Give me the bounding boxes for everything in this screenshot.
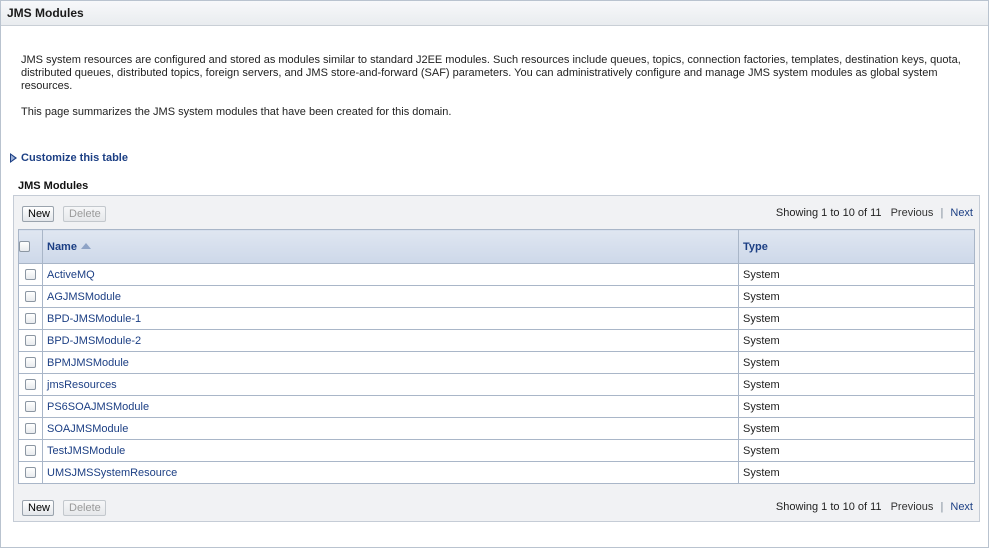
module-name-link[interactable]: UMSJMSSystemResource (47, 467, 177, 479)
section-title: JMS Modules (18, 180, 89, 192)
new-button[interactable]: New (22, 500, 54, 516)
row-name-cell: TestJMSModule (42, 439, 739, 462)
pager-separator: | (940, 207, 944, 219)
table-row: BPD-JMSModule-1 System (18, 307, 975, 330)
row-type-cell: System (738, 329, 975, 352)
row-checkbox[interactable] (25, 291, 36, 303)
row-checkbox-cell (18, 307, 43, 330)
module-name-link[interactable]: ActiveMQ (47, 269, 95, 281)
module-name-link[interactable]: jmsResources (47, 379, 117, 391)
table-row: BPMJMSModule System (18, 351, 975, 374)
showing-count: Showing 1 to 10 of 11 (775, 207, 882, 219)
row-name-cell: SOAJMSModule (42, 417, 739, 440)
column-header-name[interactable]: Name (42, 229, 739, 264)
column-header-type[interactable]: Type (738, 229, 975, 264)
row-checkbox-cell (18, 439, 43, 462)
intro-paragraph-2: This page summarizes the JMS system modu… (21, 106, 452, 118)
jms-modules-table-panel: New Delete Showing 1 to 10 of 11 Previou… (13, 195, 980, 522)
row-name-cell: UMSJMSSystemResource (42, 461, 739, 484)
row-checkbox-cell (18, 417, 43, 440)
row-checkbox-cell (18, 263, 43, 286)
new-button[interactable]: New (22, 206, 54, 222)
table-row: AGJMSModule System (18, 285, 975, 308)
table-row: ActiveMQ System (18, 263, 975, 286)
module-name-link[interactable]: BPMJMSModule (47, 357, 129, 369)
row-checkbox[interactable] (25, 467, 36, 479)
row-checkbox[interactable] (25, 379, 36, 391)
jms-modules-table: Name Type ActiveMQ System AGJMSModule Sy… (18, 229, 975, 484)
row-type-cell: System (738, 373, 975, 396)
row-name-cell: jmsResources (42, 373, 739, 396)
row-name-cell: ActiveMQ (42, 263, 739, 286)
row-checkbox[interactable] (25, 313, 36, 325)
row-type-cell: System (738, 263, 975, 286)
row-type-cell: System (738, 439, 975, 462)
row-name-cell: BPMJMSModule (42, 351, 739, 374)
row-type-cell: System (738, 307, 975, 330)
row-checkbox[interactable] (25, 357, 36, 369)
row-name-cell: AGJMSModule (42, 285, 739, 308)
row-name-cell: BPD-JMSModule-1 (42, 307, 739, 330)
row-checkbox[interactable] (25, 269, 36, 281)
pager-top: Showing 1 to 10 of 11 Previous | Next (776, 207, 973, 219)
row-checkbox-cell (18, 329, 43, 352)
next-link[interactable]: Next (950, 207, 973, 219)
table-row: BPD-JMSModule-2 System (18, 329, 975, 352)
row-type-cell: System (738, 285, 975, 308)
sort-ascending-icon[interactable] (80, 242, 91, 249)
page-title: JMS Modules (1, 1, 988, 26)
table-row: UMSJMSSystemResource System (18, 461, 975, 484)
customize-table-link[interactable]: Customize this table (10, 151, 128, 165)
row-type-cell: System (738, 351, 975, 374)
row-checkbox-cell (18, 351, 43, 374)
table-header-row: Name Type (18, 229, 975, 264)
module-name-link[interactable]: PS6SOAJMSModule (47, 401, 149, 413)
row-type-cell: System (738, 461, 975, 484)
row-checkbox[interactable] (25, 423, 36, 435)
row-checkbox[interactable] (25, 401, 36, 413)
customize-table-label: Customize this table (21, 152, 128, 164)
row-name-cell: PS6SOAJMSModule (42, 395, 739, 418)
column-header-type-label: Type (743, 240, 768, 253)
showing-count: Showing 1 to 10 of 11 (775, 501, 882, 513)
toolbar-top: New Delete Showing 1 to 10 of 11 Previou… (22, 206, 973, 222)
row-checkbox-cell (18, 285, 43, 308)
intro-paragraph-1: JMS system resources are configured and … (21, 54, 961, 92)
delete-button[interactable]: Delete (63, 500, 106, 516)
table-row: TestJMSModule System (18, 439, 975, 462)
row-type-cell: System (738, 417, 975, 440)
table-row: SOAJMSModule System (18, 417, 975, 440)
select-all-cell (18, 229, 43, 264)
table-row: PS6SOAJMSModule System (18, 395, 975, 418)
row-type-cell: System (738, 395, 975, 418)
row-checkbox[interactable] (25, 445, 36, 457)
intro-text: JMS system resources are configured and … (21, 54, 971, 119)
next-link[interactable]: Next (950, 501, 973, 513)
expand-triangle-icon (10, 153, 17, 163)
row-checkbox-cell (18, 373, 43, 396)
column-header-name-label: Name (47, 240, 77, 253)
previous-link[interactable]: Previous (891, 501, 934, 513)
toolbar-bottom: New Delete Showing 1 to 10 of 11 Previou… (22, 500, 973, 516)
module-name-link[interactable]: BPD-JMSModule-2 (47, 335, 141, 347)
table-row: jmsResources System (18, 373, 975, 396)
pager-separator: | (940, 501, 944, 513)
module-name-link[interactable]: SOAJMSModule (47, 423, 128, 435)
pager-bottom: Showing 1 to 10 of 11 Previous | Next (776, 501, 973, 513)
previous-link[interactable]: Previous (891, 207, 934, 219)
module-name-link[interactable]: AGJMSModule (47, 291, 121, 303)
select-all-checkbox[interactable] (19, 241, 30, 253)
delete-button[interactable]: Delete (63, 206, 106, 222)
module-name-link[interactable]: BPD-JMSModule-1 (47, 313, 141, 325)
row-checkbox-cell (18, 461, 43, 484)
jms-modules-frame: JMS Modules JMS system resources are con… (0, 0, 989, 548)
module-name-link[interactable]: TestJMSModule (47, 445, 125, 457)
row-checkbox[interactable] (25, 335, 36, 347)
row-name-cell: BPD-JMSModule-2 (42, 329, 739, 352)
row-checkbox-cell (18, 395, 43, 418)
